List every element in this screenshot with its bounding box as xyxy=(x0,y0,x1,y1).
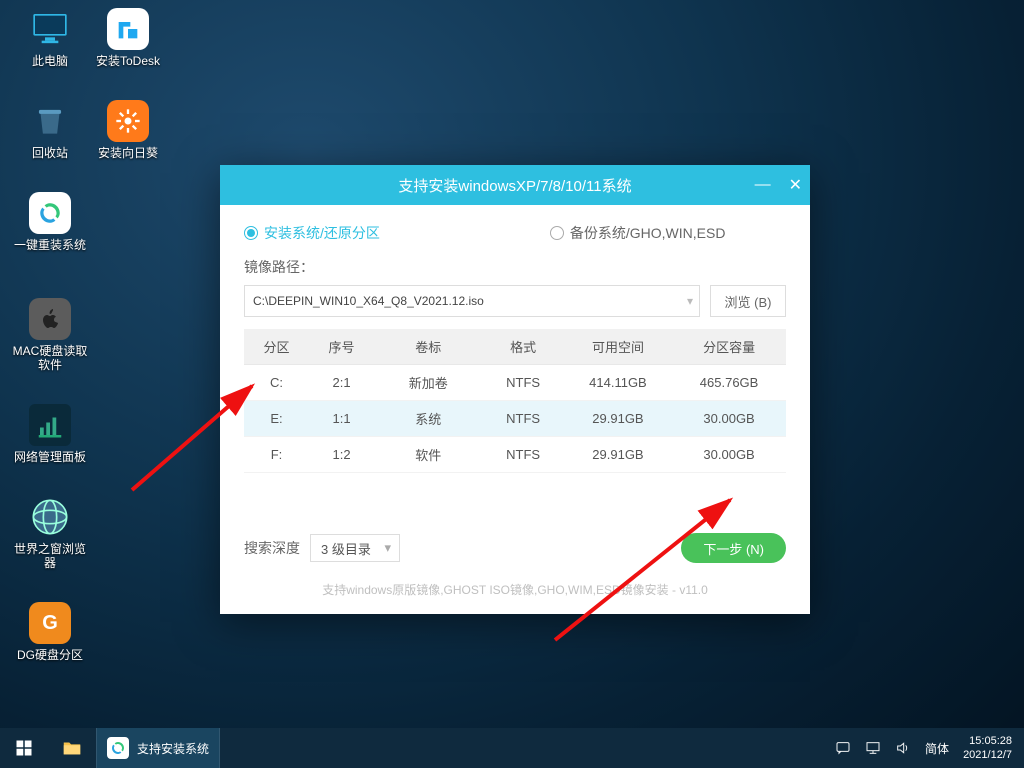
desktop-icon-label: 世界之窗浏览器 xyxy=(12,542,88,570)
desktop-icon-recycle[interactable]: 回收站 xyxy=(12,100,88,160)
sunflower-icon xyxy=(107,100,149,142)
col-seq: 序号 xyxy=(309,329,374,365)
browse-button[interactable]: 浏览 (B) xyxy=(710,285,786,317)
radio-label: 备份系统/GHO,WIN,ESD xyxy=(570,223,726,243)
volume-icon[interactable] xyxy=(895,740,911,756)
dropdown-icon[interactable]: ▾ xyxy=(687,294,693,308)
footer-note: 支持windows原版镜像,GHOST ISO镜像,GHO,WIM,ESD镜像安… xyxy=(244,581,786,598)
desktop-icon-dg[interactable]: G DG硬盘分区 xyxy=(12,602,88,662)
system-tray: 简体 15:05:28 2021/12/7 xyxy=(827,728,1024,768)
install-dialog: 支持安装windowsXP/7/8/10/11系统 — ✕ 安装系统/还原分区 … xyxy=(220,165,810,614)
depth-select[interactable]: 3 级目录 xyxy=(310,534,400,562)
todesk-icon xyxy=(107,8,149,50)
clock-time: 15:05:28 xyxy=(963,734,1012,748)
taskbar: 支持安装系统 简体 15:05:28 2021/12/7 xyxy=(0,728,1024,768)
radio-install[interactable]: 安装系统/还原分区 xyxy=(244,223,380,243)
trash-icon xyxy=(29,100,71,142)
dialog-titlebar[interactable]: 支持安装windowsXP/7/8/10/11系统 — ✕ xyxy=(220,165,810,205)
desktop-icon-label: DG硬盘分区 xyxy=(12,648,88,662)
swirl-icon xyxy=(29,192,71,234)
radio-dot-icon xyxy=(550,226,564,240)
start-button[interactable] xyxy=(0,728,48,768)
desktop-icon-label: 安装ToDesk xyxy=(90,54,166,68)
table-row[interactable]: C:2:1新加卷NTFS414.11GB465.76GB xyxy=(244,365,786,401)
minimize-button[interactable]: — xyxy=(755,176,771,194)
desktop-icon-label: 安装向日葵 xyxy=(90,146,166,160)
close-button[interactable]: ✕ xyxy=(789,175,802,195)
desktop-icon-netpanel[interactable]: 网络管理面板 xyxy=(12,404,88,464)
chart-icon xyxy=(29,404,71,446)
taskbar-clock[interactable]: 15:05:28 2021/12/7 xyxy=(963,734,1016,762)
col-free: 可用空间 xyxy=(564,329,672,365)
taskbar-explorer[interactable] xyxy=(48,728,96,768)
table-row[interactable]: E:1:1系统NTFS29.91GB30.00GB xyxy=(244,401,786,437)
folder-icon xyxy=(61,737,83,759)
path-label: 镜像路径： xyxy=(244,257,786,277)
desktop-icon-mac[interactable]: MAC硬盘读取软件 xyxy=(12,298,88,372)
radio-dot-icon xyxy=(244,226,258,240)
globe-icon xyxy=(29,496,71,538)
desktop-icon-reinstall[interactable]: 一键重装系统 xyxy=(12,192,88,252)
task-label: 支持安装系统 xyxy=(137,740,209,757)
table-row[interactable]: F:1:2软件NTFS29.91GB30.00GB xyxy=(244,437,786,473)
radio-label: 安装系统/还原分区 xyxy=(264,223,380,243)
windows-icon xyxy=(15,739,33,757)
radio-backup[interactable]: 备份系统/GHO,WIN,ESD xyxy=(550,223,726,243)
network-icon[interactable] xyxy=(865,740,881,756)
next-button[interactable]: 下一步 (N) xyxy=(681,533,786,563)
desktop-icon-todesk[interactable]: 安装ToDesk xyxy=(90,8,166,68)
col-partition: 分区 xyxy=(244,329,309,365)
col-vol: 卷标 xyxy=(374,329,482,365)
monitor-icon xyxy=(29,8,71,50)
apple-icon xyxy=(29,298,71,340)
desktop-icon-label: 一键重装系统 xyxy=(12,238,88,252)
desktop-icon-this-pc[interactable]: 此电脑 xyxy=(12,8,88,68)
desktop-icon-label: MAC硬盘读取软件 xyxy=(12,344,88,372)
action-center-icon[interactable] xyxy=(835,740,851,756)
image-path-input[interactable]: C:\DEEPIN_WIN10_X64_Q8_V2021.12.iso ▾ xyxy=(244,285,700,317)
col-fmt: 格式 xyxy=(482,329,563,365)
desktop-icon-browser[interactable]: 世界之窗浏览器 xyxy=(12,496,88,570)
desktop-icon-sunflower[interactable]: 安装向日葵 xyxy=(90,100,166,160)
ime-indicator[interactable]: 简体 xyxy=(925,740,949,757)
dialog-title: 支持安装windowsXP/7/8/10/11系统 xyxy=(398,175,631,196)
desktop-icon-label: 回收站 xyxy=(12,146,88,160)
col-cap: 分区容量 xyxy=(672,329,786,365)
swirl-icon xyxy=(107,737,129,759)
desktop-icon-label: 网络管理面板 xyxy=(12,450,88,464)
desktop-icon-label: 此电脑 xyxy=(12,54,88,68)
taskbar-task-installer[interactable]: 支持安装系统 xyxy=(96,728,220,768)
depth-label: 搜索深度 xyxy=(244,538,300,558)
partition-table: 分区 序号 卷标 格式 可用空间 分区容量 C:2:1新加卷NTFS414.11… xyxy=(244,329,786,473)
clock-date: 2021/12/7 xyxy=(963,748,1012,762)
path-value: C:\DEEPIN_WIN10_X64_Q8_V2021.12.iso xyxy=(253,294,484,308)
dg-icon: G xyxy=(29,602,71,644)
